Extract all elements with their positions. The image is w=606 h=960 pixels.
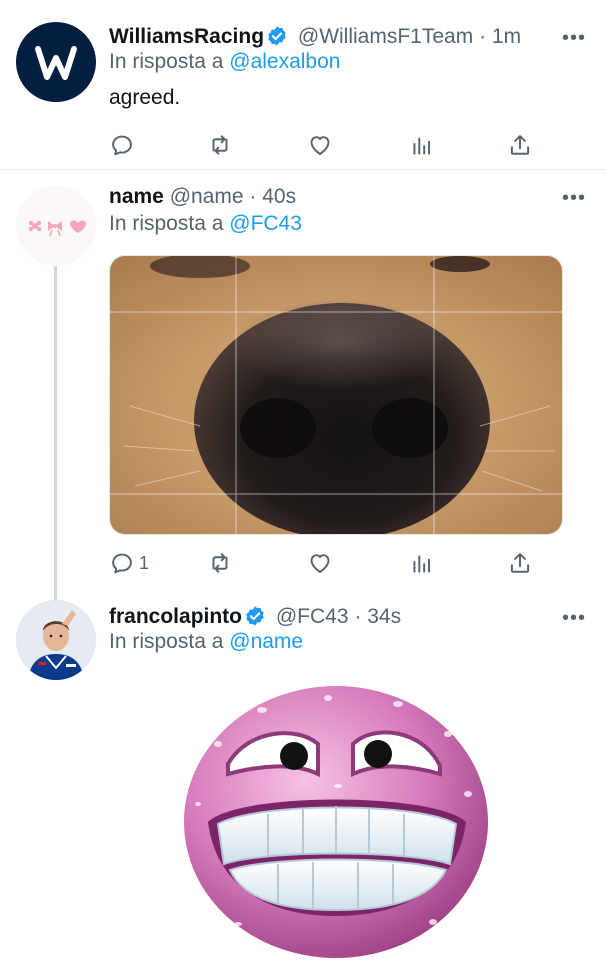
more-options-icon[interactable]: ••• [562,28,586,48]
retweet-button[interactable] [207,130,233,160]
like-button[interactable] [307,548,333,578]
more-options-icon[interactable]: ••• [562,608,586,628]
pink-grin-emoji [184,686,488,958]
reply-to-line: In risposta a @alexalbon [109,48,340,76]
share-button[interactable] [507,548,533,578]
reply-mention-link[interactable]: @FC43 [229,212,302,235]
separator-dot: · [249,185,257,208]
share-icon [510,135,530,155]
reply-prefix: In risposta a [109,50,224,73]
user-handle[interactable]: @name [170,185,244,208]
retweet-icon [212,135,228,155]
tweet-header: name @name · 40s [109,182,586,212]
separator-dot: · [479,25,487,48]
like-button[interactable] [307,130,333,160]
user-handle[interactable]: @FC43 [276,605,349,628]
tweet-media-sticker[interactable] [178,674,494,960]
tweet-williams[interactable]: WilliamsRacing @WilliamsF1Team · 1m ••• … [0,0,606,170]
reply-icon [112,553,132,574]
avatar-williams[interactable] [16,22,96,102]
tweet-name[interactable]: name @name · 40s ••• In risposta a @FC43 [0,170,606,590]
tweet-text: agreed. [109,86,181,109]
reply-to-line: In risposta a @name [109,628,303,656]
avatar-francolapinto[interactable] [16,600,96,680]
retweet-button[interactable] [207,548,233,578]
reply-mention-link[interactable]: @name [229,630,303,653]
timestamp[interactable]: 40s [262,185,296,208]
display-name[interactable]: francolapinto [109,605,242,628]
reply-prefix: In risposta a [109,630,224,653]
share-icon [510,553,530,573]
analytics-button[interactable] [409,548,435,578]
display-name[interactable]: WilliamsRacing [109,25,264,48]
reply-button[interactable]: 1 [109,548,149,578]
analytics-icon [413,555,431,573]
analytics-button[interactable] [409,130,435,160]
retweet-icon [212,553,228,573]
reply-icon [112,135,132,156]
timestamp[interactable]: 34s [367,605,401,628]
action-bar: 1 [109,548,554,578]
bows-hearts-emoji-icon [28,220,86,237]
more-options-icon[interactable]: ••• [562,188,586,208]
separator-dot: · [354,605,362,628]
dog-nose-photo [110,256,562,534]
verified-badge-icon [268,26,286,46]
reply-prefix: In risposta a [109,212,224,235]
tweet-francolapinto[interactable]: francolapinto @FC43 · 34s ••• In rispost… [0,590,606,960]
reply-count: 1 [139,552,150,573]
driver-photo-icon [16,600,96,680]
heart-icon [310,554,330,573]
display-name[interactable]: name [109,185,164,208]
share-button[interactable] [507,130,533,160]
user-handle[interactable]: @WilliamsF1Team [298,25,473,48]
tweet-media-photo[interactable] [109,255,563,535]
reply-to-line: In risposta a @FC43 [109,210,302,238]
heart-icon [310,136,330,155]
reply-mention-link[interactable]: @alexalbon [229,50,340,73]
analytics-icon [413,137,431,155]
reply-button[interactable] [109,130,139,160]
avatar-name[interactable] [16,186,96,266]
verified-badge-icon [246,606,264,626]
williams-logo-icon [35,46,77,80]
timestamp[interactable]: 1m [492,25,521,48]
action-bar [109,130,554,160]
